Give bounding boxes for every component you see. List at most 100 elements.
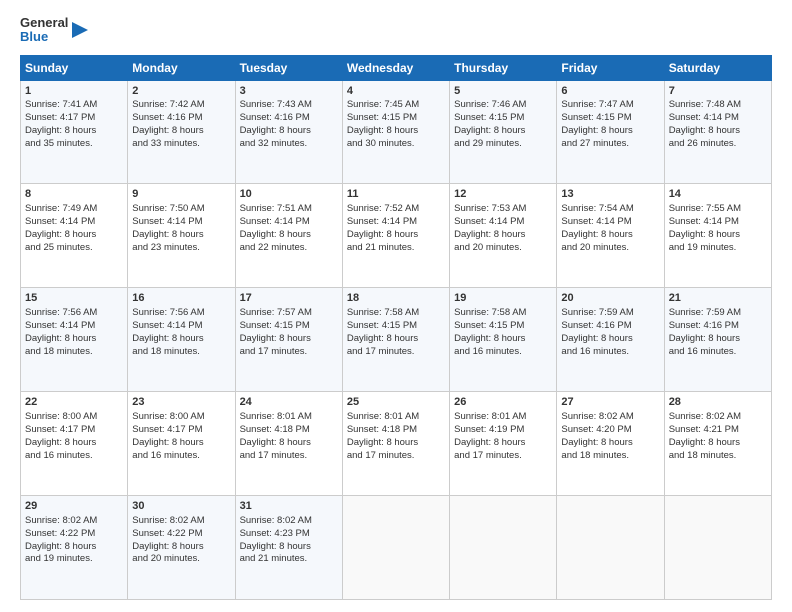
day-number: 10 xyxy=(240,187,338,202)
day-info-line: Sunset: 4:16 PM xyxy=(132,112,230,125)
day-info-line: Sunrise: 7:47 AM xyxy=(561,99,659,112)
day-info-line: Sunrise: 7:52 AM xyxy=(347,203,445,216)
calendar-cell: 31Sunrise: 8:02 AMSunset: 4:23 PMDayligh… xyxy=(235,496,342,600)
day-info-line: Daylight: 8 hours xyxy=(561,125,659,138)
day-info-line: Sunset: 4:18 PM xyxy=(240,424,338,437)
day-info-line: and 32 minutes. xyxy=(240,138,338,151)
calendar-cell: 18Sunrise: 7:58 AMSunset: 4:15 PMDayligh… xyxy=(342,288,449,392)
day-info-line: Daylight: 8 hours xyxy=(25,541,123,554)
calendar-cell: 15Sunrise: 7:56 AMSunset: 4:14 PMDayligh… xyxy=(21,288,128,392)
calendar-cell: 22Sunrise: 8:00 AMSunset: 4:17 PMDayligh… xyxy=(21,392,128,496)
day-number: 5 xyxy=(454,84,552,99)
day-number: 30 xyxy=(132,499,230,514)
day-info-line: Daylight: 8 hours xyxy=(669,229,767,242)
day-info-line: and 25 minutes. xyxy=(25,242,123,255)
day-info-line: Sunset: 4:22 PM xyxy=(25,528,123,541)
calendar-day-header: Tuesday xyxy=(235,55,342,80)
day-info-line: and 16 minutes. xyxy=(454,346,552,359)
day-info-line: Sunset: 4:15 PM xyxy=(240,320,338,333)
day-info-line: Daylight: 8 hours xyxy=(25,125,123,138)
day-info-line: Sunset: 4:14 PM xyxy=(25,216,123,229)
day-info-line: Daylight: 8 hours xyxy=(454,125,552,138)
day-info-line: Daylight: 8 hours xyxy=(454,437,552,450)
day-number: 6 xyxy=(561,84,659,99)
day-info-line: Sunrise: 7:43 AM xyxy=(240,99,338,112)
day-info-line: Daylight: 8 hours xyxy=(25,437,123,450)
day-info-line: Sunrise: 8:01 AM xyxy=(240,411,338,424)
calendar-day-header: Sunday xyxy=(21,55,128,80)
day-info-line: Sunrise: 8:02 AM xyxy=(132,515,230,528)
day-info-line: Sunrise: 7:46 AM xyxy=(454,99,552,112)
day-info-line: Sunset: 4:14 PM xyxy=(347,216,445,229)
day-info-line: Sunrise: 8:02 AM xyxy=(669,411,767,424)
day-info-line: Sunset: 4:16 PM xyxy=(240,112,338,125)
day-info-line: and 35 minutes. xyxy=(25,138,123,151)
day-info-line: Sunrise: 7:41 AM xyxy=(25,99,123,112)
calendar-cell: 12Sunrise: 7:53 AMSunset: 4:14 PMDayligh… xyxy=(450,184,557,288)
calendar-cell: 27Sunrise: 8:02 AMSunset: 4:20 PMDayligh… xyxy=(557,392,664,496)
day-number: 13 xyxy=(561,187,659,202)
logo: General Blue xyxy=(20,16,90,45)
day-info-line: and 16 minutes. xyxy=(669,346,767,359)
logo-arrow-icon xyxy=(70,20,90,40)
day-info-line: Sunset: 4:17 PM xyxy=(25,424,123,437)
day-info-line: Daylight: 8 hours xyxy=(132,333,230,346)
day-info-line: and 17 minutes. xyxy=(347,346,445,359)
day-info-line: Sunrise: 7:58 AM xyxy=(347,307,445,320)
day-info-line: Sunset: 4:14 PM xyxy=(454,216,552,229)
day-info-line: Sunset: 4:14 PM xyxy=(561,216,659,229)
page: General Blue SundayMondayTuesdayWednesda… xyxy=(0,0,792,612)
calendar-cell: 23Sunrise: 8:00 AMSunset: 4:17 PMDayligh… xyxy=(128,392,235,496)
calendar-day-header: Thursday xyxy=(450,55,557,80)
logo-blue: Blue xyxy=(20,30,68,44)
calendar-cell: 3Sunrise: 7:43 AMSunset: 4:16 PMDaylight… xyxy=(235,80,342,184)
day-info-line: and 16 minutes. xyxy=(132,450,230,463)
day-number: 8 xyxy=(25,187,123,202)
day-number: 2 xyxy=(132,84,230,99)
day-info-line: and 30 minutes. xyxy=(347,138,445,151)
day-info-line: Daylight: 8 hours xyxy=(347,125,445,138)
day-info-line: Daylight: 8 hours xyxy=(240,229,338,242)
day-info-line: Sunset: 4:21 PM xyxy=(669,424,767,437)
calendar-day-header: Friday xyxy=(557,55,664,80)
day-info-line: and 18 minutes. xyxy=(669,450,767,463)
day-info-line: Sunrise: 8:01 AM xyxy=(454,411,552,424)
day-info-line: and 29 minutes. xyxy=(454,138,552,151)
calendar-cell: 9Sunrise: 7:50 AMSunset: 4:14 PMDaylight… xyxy=(128,184,235,288)
day-info-line: Sunset: 4:15 PM xyxy=(454,320,552,333)
calendar-cell xyxy=(450,496,557,600)
day-info-line: Daylight: 8 hours xyxy=(240,541,338,554)
day-info-line: Sunset: 4:14 PM xyxy=(669,216,767,229)
calendar-cell: 26Sunrise: 8:01 AMSunset: 4:19 PMDayligh… xyxy=(450,392,557,496)
day-info-line: and 33 minutes. xyxy=(132,138,230,151)
day-info-line: Sunset: 4:16 PM xyxy=(561,320,659,333)
calendar-cell: 14Sunrise: 7:55 AMSunset: 4:14 PMDayligh… xyxy=(664,184,771,288)
day-info-line: Sunrise: 8:02 AM xyxy=(561,411,659,424)
day-info-line: Daylight: 8 hours xyxy=(454,229,552,242)
day-number: 4 xyxy=(347,84,445,99)
calendar-cell: 17Sunrise: 7:57 AMSunset: 4:15 PMDayligh… xyxy=(235,288,342,392)
day-info-line: Sunset: 4:14 PM xyxy=(132,320,230,333)
calendar-cell: 2Sunrise: 7:42 AMSunset: 4:16 PMDaylight… xyxy=(128,80,235,184)
day-info-line: Sunset: 4:17 PM xyxy=(25,112,123,125)
calendar-cell xyxy=(342,496,449,600)
calendar-cell: 21Sunrise: 7:59 AMSunset: 4:16 PMDayligh… xyxy=(664,288,771,392)
day-number: 12 xyxy=(454,187,552,202)
day-info-line: and 18 minutes. xyxy=(561,450,659,463)
calendar-week-row: 22Sunrise: 8:00 AMSunset: 4:17 PMDayligh… xyxy=(21,392,772,496)
day-info-line: and 19 minutes. xyxy=(669,242,767,255)
day-info-line: Daylight: 8 hours xyxy=(132,437,230,450)
day-info-line: Daylight: 8 hours xyxy=(454,333,552,346)
calendar-body: 1Sunrise: 7:41 AMSunset: 4:17 PMDaylight… xyxy=(21,80,772,599)
calendar-week-row: 15Sunrise: 7:56 AMSunset: 4:14 PMDayligh… xyxy=(21,288,772,392)
calendar-cell: 4Sunrise: 7:45 AMSunset: 4:15 PMDaylight… xyxy=(342,80,449,184)
day-info-line: and 20 minutes. xyxy=(132,553,230,566)
day-info-line: Sunrise: 7:49 AM xyxy=(25,203,123,216)
calendar-cell: 13Sunrise: 7:54 AMSunset: 4:14 PMDayligh… xyxy=(557,184,664,288)
day-info-line: and 17 minutes. xyxy=(454,450,552,463)
calendar-cell xyxy=(557,496,664,600)
day-info-line: Sunset: 4:14 PM xyxy=(25,320,123,333)
day-info-line: Daylight: 8 hours xyxy=(240,333,338,346)
day-info-line: Sunrise: 8:01 AM xyxy=(347,411,445,424)
day-info-line: Daylight: 8 hours xyxy=(669,437,767,450)
